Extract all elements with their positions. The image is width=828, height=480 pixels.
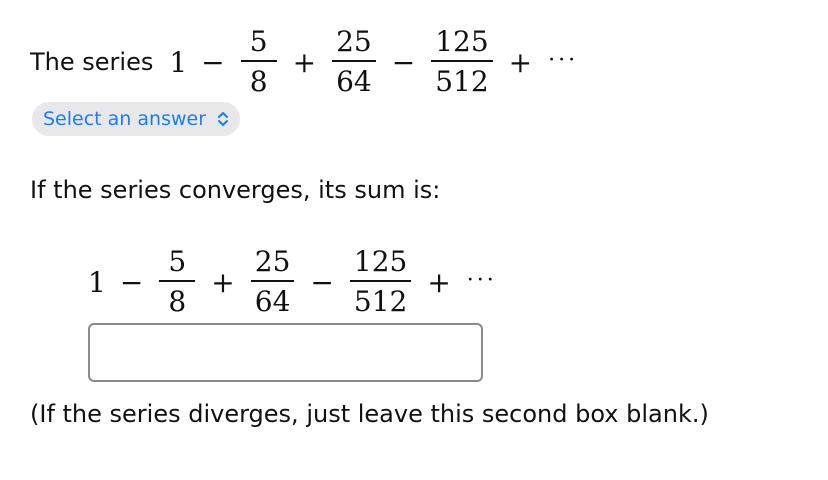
series-question: The series 1 − 5 8 + 25 64 − 125 512 + ·… bbox=[30, 22, 578, 102]
fraction-numerator: 5 bbox=[240, 28, 277, 62]
series-operator: + bbox=[292, 45, 317, 79]
fraction-denominator: 64 bbox=[254, 285, 291, 318]
fraction-numerator: 25 bbox=[332, 28, 376, 62]
fraction-denominator: 8 bbox=[249, 65, 268, 98]
series-ellipsis: ··· bbox=[466, 267, 497, 293]
fraction-denominator: 64 bbox=[336, 65, 372, 98]
series-expression: 1 − 5 8 + 25 64 − 125 512 + ··· bbox=[167, 28, 578, 96]
fraction-denominator: 8 bbox=[168, 285, 187, 318]
fraction-denominator: 512 bbox=[435, 65, 489, 98]
series-fraction: 125 512 bbox=[431, 28, 493, 98]
question-lead-text: The series bbox=[30, 48, 154, 76]
series-fraction: 25 64 bbox=[332, 28, 376, 96]
answer-select-dropdown[interactable]: Select an answer bbox=[32, 102, 241, 136]
series-operator: − bbox=[391, 45, 416, 79]
fraction-numerator: 125 bbox=[431, 28, 493, 62]
chevron-up-down-icon bbox=[218, 112, 229, 126]
series-fraction: 25 64 bbox=[250, 248, 295, 318]
sum-prompt: If the series converges, its sum is: bbox=[30, 176, 441, 204]
series-operator: − bbox=[201, 45, 225, 79]
series-fraction: 125 512 bbox=[349, 248, 412, 318]
sum-answer-input[interactable] bbox=[88, 323, 483, 382]
fraction-numerator: 25 bbox=[250, 248, 295, 282]
series-ellipsis: ··· bbox=[548, 47, 579, 73]
fraction-denominator: 512 bbox=[353, 285, 408, 318]
answer-select-label: Select an answer bbox=[43, 108, 207, 130]
series-first-term: 1 bbox=[169, 45, 188, 79]
fraction-numerator: 125 bbox=[349, 248, 412, 282]
series-operator: − bbox=[310, 265, 334, 299]
series-restated: 1 − 5 8 + 25 64 − 125 512 + ··· bbox=[86, 242, 497, 322]
fraction-numerator: 5 bbox=[159, 248, 196, 282]
series-fraction: 5 8 bbox=[159, 248, 196, 318]
series-expression: 1 − 5 8 + 25 64 − 125 512 + ··· bbox=[86, 248, 497, 316]
series-fraction: 5 8 bbox=[240, 28, 277, 98]
series-first-term: 1 bbox=[88, 265, 106, 299]
series-operator: + bbox=[211, 265, 235, 299]
series-operator: − bbox=[119, 265, 144, 299]
series-operator: + bbox=[427, 265, 451, 299]
series-operator: + bbox=[508, 45, 533, 79]
divergence-note: (If the series diverges, just leave this… bbox=[30, 400, 709, 428]
